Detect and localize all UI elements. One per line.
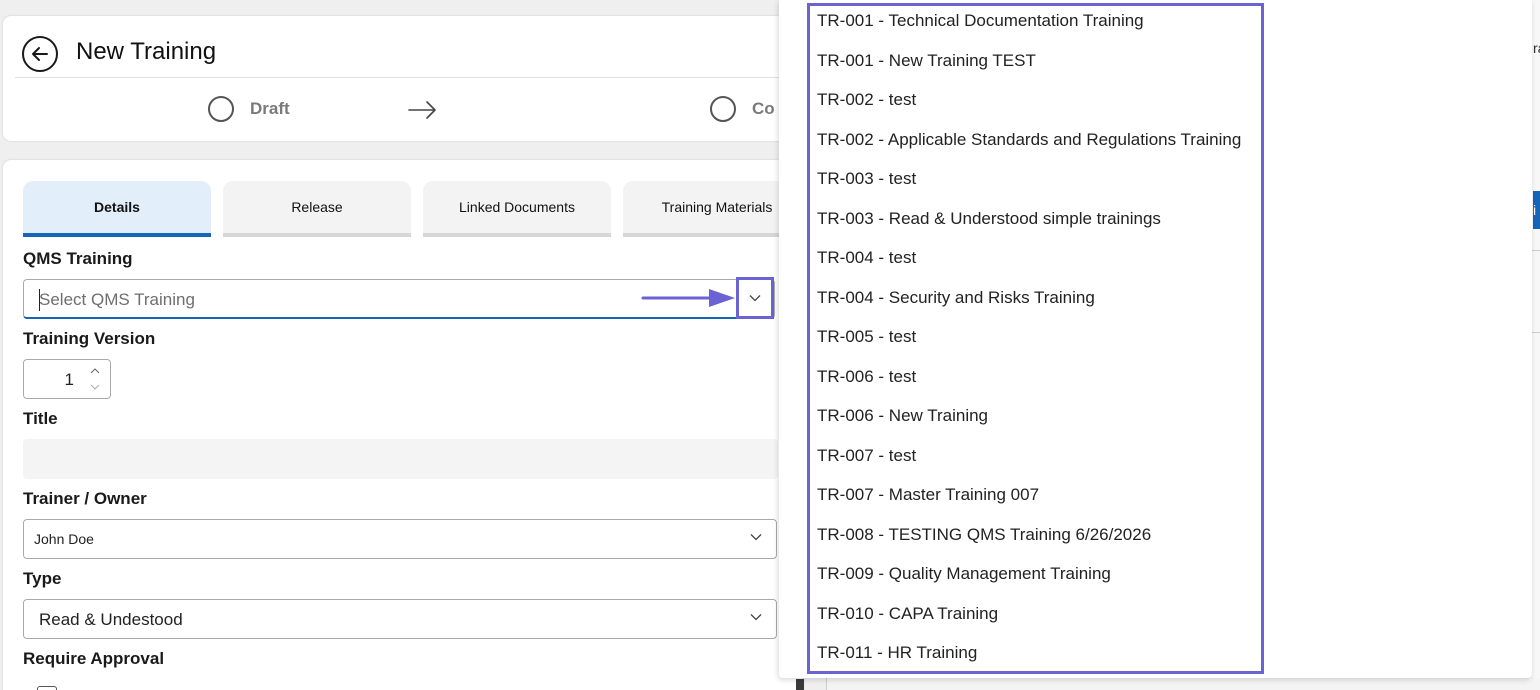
option-item[interactable]: TR-004 - Security and Risks Training (817, 288, 1095, 308)
type-select[interactable]: Read & Undestood (23, 599, 777, 639)
background-page-edge (1532, 0, 1540, 690)
header-divider (15, 77, 803, 78)
option-item[interactable]: TR-006 - New Training (817, 406, 988, 426)
option-item[interactable]: TR-011 - HR Training (817, 643, 977, 663)
qms-training-placeholder: Select QMS Training (39, 290, 195, 309)
chevron-down-icon (749, 295, 761, 302)
option-item[interactable]: TR-001 - Technical Documentation Trainin… (817, 11, 1144, 31)
tab-details[interactable]: Details (23, 181, 211, 237)
training-version-label: Training Version (23, 329, 156, 348)
option-item[interactable]: TR-007 - test (817, 446, 916, 466)
back-button[interactable] (22, 36, 58, 72)
trainer-owner-select[interactable]: John Doe (23, 519, 777, 559)
trainer-owner-value: John Doe (34, 531, 94, 547)
form-card: Details Release Linked Documents Trainin… (3, 160, 811, 690)
step-label: Draft (250, 99, 290, 118)
background-text: ra (1533, 40, 1540, 56)
background-divider (1532, 332, 1540, 333)
type-value: Read & Undestood (39, 610, 183, 629)
option-item[interactable]: TR-004 - test (817, 248, 916, 268)
chevron-up-icon[interactable] (88, 364, 102, 378)
tab-bar: Details Release Linked Documents Trainin… (23, 181, 811, 237)
background-button[interactable]: i (1533, 191, 1540, 229)
background-strip (826, 678, 1540, 690)
step-label: Co (752, 99, 775, 118)
option-item[interactable]: TR-006 - test (817, 367, 916, 387)
training-version-stepper[interactable]: 1 (23, 359, 111, 399)
arrow-right-icon (408, 101, 436, 119)
trainer-owner-label: Trainer / Owner (23, 489, 147, 508)
option-item[interactable]: TR-002 - test (817, 90, 916, 110)
option-item[interactable]: TR-010 - CAPA Training (817, 604, 998, 624)
scrollbar-thumb[interactable] (796, 679, 804, 690)
chevron-down-icon (750, 534, 762, 541)
tab-release[interactable]: Release (223, 181, 411, 237)
qms-training-label: QMS Training (23, 249, 133, 268)
arrow-left-icon (32, 47, 48, 61)
page-title: New Training (76, 38, 217, 65)
option-item[interactable]: TR-002 - Applicable Standards and Regula… (817, 130, 1241, 150)
step-complete: Co (710, 96, 775, 122)
option-item[interactable]: TR-009 - Quality Management Training (817, 564, 1111, 584)
chevron-down-icon[interactable] (88, 380, 102, 394)
circle-icon (710, 96, 736, 122)
background-divider (1532, 250, 1540, 251)
title-input[interactable] (23, 439, 778, 479)
option-item[interactable]: TR-003 - Read & Understood simple traini… (817, 209, 1161, 229)
step-draft: Draft (208, 96, 290, 122)
annotation-arrow-icon (641, 289, 735, 307)
title-label: Title (23, 409, 58, 428)
option-item[interactable]: TR-005 - test (817, 327, 916, 347)
option-item[interactable]: TR-007 - Master Training 007 (817, 485, 1039, 505)
option-item[interactable]: TR-008 - TESTING QMS Training 6/26/2026 (817, 525, 1151, 545)
option-item[interactable]: TR-001 - New Training TEST (817, 51, 1036, 71)
chevron-down-icon (750, 614, 762, 621)
require-approval-label: Require Approval (23, 649, 165, 668)
text-caret (39, 289, 40, 311)
require-approval-checkbox[interactable] (37, 686, 57, 690)
training-version-value: 1 (64, 370, 74, 389)
circle-icon (208, 96, 234, 122)
tab-linked-documents[interactable]: Linked Documents (423, 181, 611, 237)
type-label: Type (23, 569, 62, 588)
qms-training-dropdown-toggle[interactable] (736, 277, 774, 319)
header-card: New Training Draft Co (3, 16, 803, 141)
option-item[interactable]: TR-003 - test (817, 169, 916, 189)
